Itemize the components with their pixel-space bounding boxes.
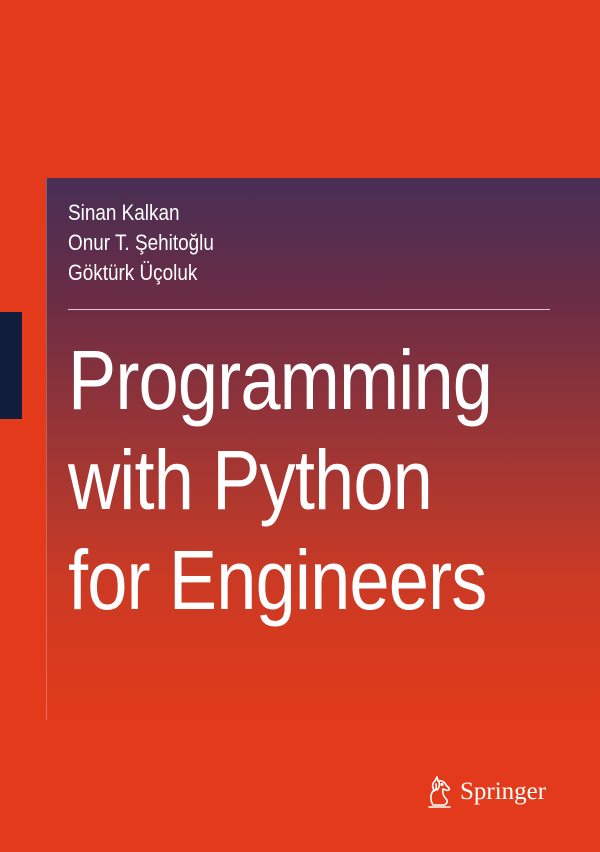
spine-color-tab [0, 312, 22, 419]
author-name: Onur T. Şehitoğlu [68, 230, 214, 255]
book-cover: Sinan Kalkan Onur T. Şehitoğlu Göktürk Ü… [0, 0, 600, 852]
title-line: with Python [68, 433, 433, 527]
publisher-logo: Springer [424, 774, 546, 810]
book-title: Programming with Python for Engineers [68, 330, 584, 630]
author-name: Sinan Kalkan [68, 200, 180, 225]
author-name: Göktürk Üçoluk [68, 260, 198, 285]
title-line: Programming [68, 333, 493, 427]
title-divider [68, 309, 550, 310]
publisher-name: Springer [460, 778, 547, 805]
title-line: for Engineers [68, 533, 487, 627]
springer-horse-icon [428, 776, 451, 808]
panel-left-edge [46, 178, 47, 720]
author-list: Sinan Kalkan Onur T. Şehitoğlu Göktürk Ü… [68, 198, 238, 288]
